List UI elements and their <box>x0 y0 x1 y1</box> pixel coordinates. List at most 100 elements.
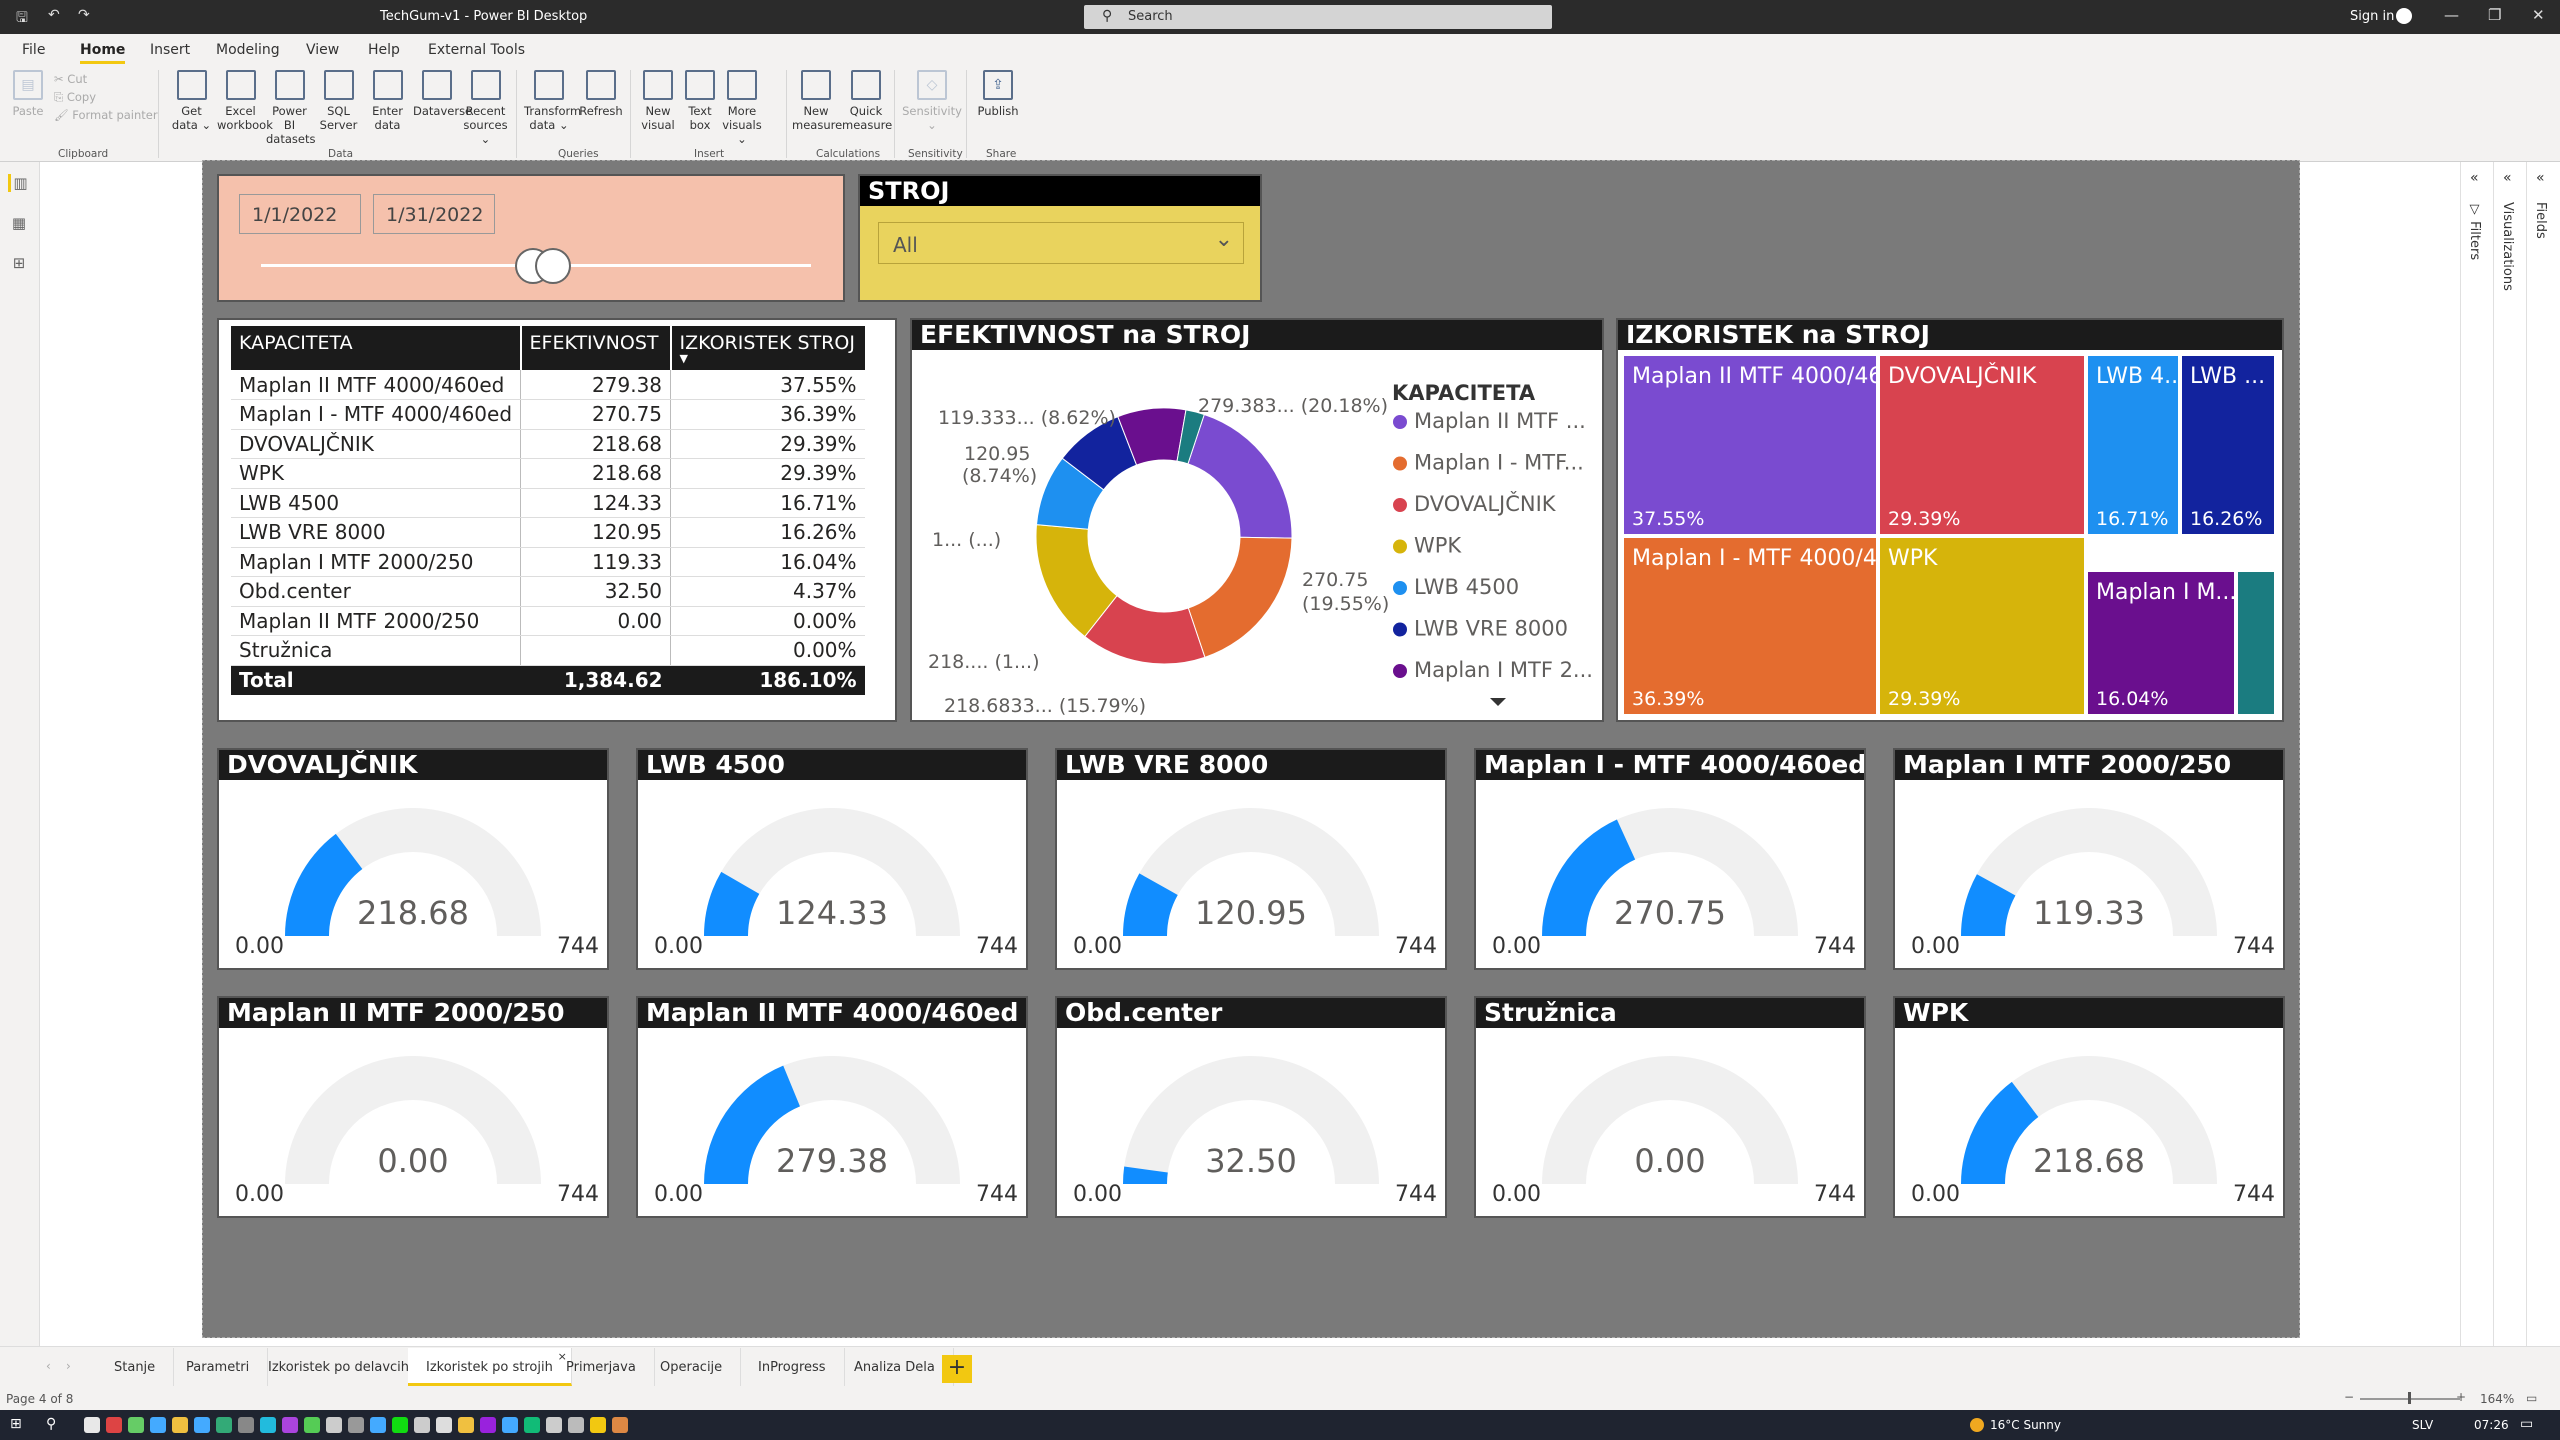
undo-icon[interactable]: ↶ <box>48 7 60 23</box>
taskbar-app-icon[interactable] <box>392 1417 408 1433</box>
stroj-dropdown[interactable]: All ⌄ <box>878 222 1244 264</box>
taskbar-app-icon[interactable] <box>194 1417 210 1433</box>
treemap-tile[interactable]: DVOVALJČNIK 29.39% <box>1880 356 2084 534</box>
gauge-card[interactable]: LWB VRE 8000 0.00 744 120.95 <box>1055 748 1447 970</box>
treemap-tile[interactable] <box>2238 572 2274 714</box>
menu-external-tools[interactable]: External Tools <box>428 42 525 58</box>
table-row[interactable]: Stružnica 0.00% <box>231 635 865 666</box>
column-header-kapaciteta[interactable]: KAPACITETA <box>231 326 522 370</box>
ribbon-button-insert_buttons-1[interactable]: Text box <box>680 70 720 132</box>
tab-scroll-left-icon[interactable]: ‹ <box>46 1359 51 1373</box>
table-row[interactable]: Obd.center 32.50 4.37% <box>231 576 865 607</box>
cut-button[interactable]: ✂ Cut <box>54 72 87 86</box>
page-tab[interactable]: Stanje <box>96 1348 175 1386</box>
restore-icon[interactable]: ❐ <box>2488 6 2501 24</box>
taskbar-app-icon[interactable] <box>612 1417 628 1433</box>
format-painter-button[interactable]: 🖌 Format painter <box>54 108 158 122</box>
table-row[interactable]: LWB VRE 8000 120.95 16.26% <box>231 517 865 548</box>
taskbar-app-icon[interactable] <box>370 1417 386 1433</box>
date-slicer[interactable]: 1/1/2022 1/31/2022 <box>217 174 845 302</box>
menu-file[interactable]: File <box>22 42 45 58</box>
taskbar-app-icon[interactable] <box>260 1417 276 1433</box>
table-row[interactable]: Maplan I MTF 2000/250 119.33 16.04% <box>231 547 865 577</box>
taskbar-app-icon[interactable] <box>304 1417 320 1433</box>
gauge-card[interactable]: DVOVALJČNIK 0.00 744 218.68 <box>217 748 609 970</box>
taskbar-app-icon[interactable] <box>282 1417 298 1433</box>
menu-home[interactable]: Home <box>80 42 126 64</box>
ribbon-button-data_buttons-0[interactable]: Get data ⌄ <box>168 70 215 132</box>
sensitivity-button[interactable]: ◇ Sensitivity ⌄ <box>902 70 962 132</box>
gauge-card[interactable]: Maplan I - MTF 4000/460ed 0.00 744 270.75 <box>1474 748 1866 970</box>
table-row[interactable]: LWB 4500 124.33 16.71% <box>231 488 865 518</box>
redo-icon[interactable]: ↷ <box>78 7 90 23</box>
taskbar-app-icon[interactable] <box>216 1417 232 1433</box>
filters-pane[interactable]: « ▽ Filters <box>2460 162 2493 1346</box>
report-view-icon[interactable]: ▥ <box>8 174 30 192</box>
ribbon-button-data_buttons-2[interactable]: Power BI datasets <box>266 70 315 146</box>
minimize-icon[interactable]: — <box>2444 6 2459 24</box>
column-header-efektivnost[interactable]: EFEKTIVNOST <box>520 326 672 370</box>
end-date-input[interactable]: 1/31/2022 <box>373 194 495 234</box>
gauge-card[interactable]: Maplan I MTF 2000/250 0.00 744 119.33 <box>1893 748 2285 970</box>
ribbon-button-data_buttons-5[interactable]: Dataverse <box>413 70 472 118</box>
taskbar-app-icon[interactable] <box>590 1417 606 1433</box>
taskbar-app-icon[interactable] <box>128 1417 144 1433</box>
treemap-tile[interactable]: LWB ... 16.26% <box>2182 356 2274 534</box>
taskbar-app-icon[interactable] <box>150 1417 166 1433</box>
data-view-icon[interactable]: ▦ <box>8 214 30 232</box>
ribbon-button-calc_buttons-1[interactable]: Quick measure <box>842 70 892 132</box>
ribbon-button-queries_buttons-1[interactable]: Refresh <box>576 70 626 118</box>
add-page-button[interactable]: + <box>942 1355 972 1383</box>
avatar[interactable] <box>2396 8 2412 24</box>
paste-button[interactable]: ▤ Paste <box>10 70 46 118</box>
gauge-card[interactable]: Stružnica 0.00 744 0.00 <box>1474 996 1866 1218</box>
treemap-tile[interactable]: Maplan I M... 16.04% <box>2088 572 2234 714</box>
legend-item[interactable]: Maplan II MTF ... <box>1414 409 1586 433</box>
table-row[interactable]: WPK 218.68 29.39% <box>231 458 865 489</box>
tab-scroll-right-icon[interactable]: › <box>66 1359 71 1373</box>
ribbon-button-data_buttons-1[interactable]: Excel workbook <box>217 70 273 132</box>
ribbon-button-data_buttons-6[interactable]: Recent sources ⌄ <box>462 70 509 146</box>
start-date-input[interactable]: 1/1/2022 <box>239 194 361 234</box>
donut-slice[interactable] <box>1187 413 1293 539</box>
taskbar-app-icon[interactable] <box>480 1417 496 1433</box>
collapse-icon[interactable]: « <box>2503 170 2512 186</box>
publish-button[interactable]: ⇪ Publish <box>974 70 1022 118</box>
gauge-card[interactable]: Maplan II MTF 4000/460ed 0.00 744 279.38 <box>636 996 1028 1218</box>
ribbon-button-insert_buttons-2[interactable]: More visuals ⌄ <box>722 70 762 146</box>
table-row[interactable]: DVOVALJČNIK 218.68 29.39% <box>231 429 865 459</box>
taskbar-app-icon[interactable] <box>524 1417 540 1433</box>
ribbon-button-data_buttons-3[interactable]: SQL Server <box>315 70 362 132</box>
table-row[interactable]: Maplan II MTF 2000/250 0.00 0.00% <box>231 606 865 636</box>
page-tab[interactable]: Primerjava <box>548 1348 655 1386</box>
clock[interactable]: 07:26 <box>2474 1418 2509 1432</box>
legend-item[interactable]: WPK <box>1414 534 1462 558</box>
search-icon[interactable]: ⚲ <box>46 1416 56 1432</box>
visualizations-pane[interactable]: « Visualizations <box>2493 162 2526 1346</box>
menu-help[interactable]: Help <box>368 42 400 58</box>
windows-start-icon[interactable]: ⊞ <box>10 1416 22 1432</box>
notifications-icon[interactable]: ▭ <box>2520 1416 2533 1432</box>
treemap-tile[interactable]: WPK 29.39% <box>1880 538 2084 714</box>
gauge-card[interactable]: WPK 0.00 744 218.68 <box>1893 996 2285 1218</box>
ribbon-button-queries_buttons-0[interactable]: Transform data ⌄ <box>524 70 581 132</box>
zoom-out-icon[interactable]: − <box>2344 1390 2354 1404</box>
legend-item[interactable]: Maplan I MTF 2... <box>1414 658 1593 682</box>
sign-in-button[interactable]: Sign in <box>2350 9 2394 24</box>
gauge-card[interactable]: LWB 4500 0.00 744 124.33 <box>636 748 1028 970</box>
page-tab[interactable]: Analiza Dela <box>836 1348 954 1386</box>
table-row[interactable]: Maplan I - MTF 4000/460ed 270.75 36.39% <box>231 399 865 430</box>
taskbar-app-icon[interactable] <box>238 1417 254 1433</box>
page-tab[interactable]: InProgress <box>740 1348 845 1386</box>
ribbon-button-data_buttons-4[interactable]: Enter data <box>364 70 411 132</box>
taskbar-app-icon[interactable] <box>106 1417 122 1433</box>
taskbar-app-icon[interactable] <box>546 1417 562 1433</box>
language-indicator[interactable]: SLV <box>2412 1418 2433 1432</box>
taskbar-app-icon[interactable] <box>436 1417 452 1433</box>
menu-insert[interactable]: Insert <box>150 42 190 58</box>
legend-item[interactable]: LWB 4500 <box>1414 575 1519 599</box>
zoom-slider-handle[interactable] <box>2408 1392 2411 1404</box>
taskbar-app-icon[interactable] <box>172 1417 188 1433</box>
taskbar-app-icon[interactable] <box>458 1417 474 1433</box>
gauge-card[interactable]: Obd.center 0.00 744 32.50 <box>1055 996 1447 1218</box>
